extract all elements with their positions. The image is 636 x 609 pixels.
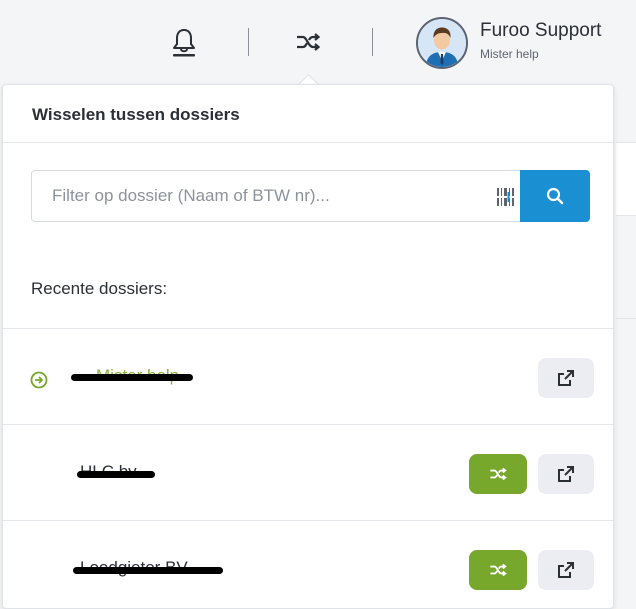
switch-dossier-dropdown: Wisselen tussen dossiers Recente dossier… (2, 84, 614, 609)
divider (3, 520, 613, 521)
panel-title: Wisselen tussen dossiers (32, 105, 240, 124)
external-link-icon (558, 562, 574, 578)
open-in-new-tab-button[interactable] (538, 454, 594, 494)
user-name[interactable]: Furoo Support (480, 20, 601, 42)
shuffle-icon (490, 467, 507, 481)
avatar[interactable] (416, 17, 468, 69)
recent-dossiers-label: Recente dossiers: (31, 279, 168, 298)
switch-dossier-button[interactable] (469, 454, 527, 494)
background-divider (616, 318, 636, 319)
divider (3, 328, 613, 329)
switch-dossier-button[interactable] (288, 22, 328, 62)
shuffle-icon (490, 563, 507, 577)
top-bar: Furoo Support Mister help (0, 0, 636, 86)
search-button[interactable] (520, 170, 590, 222)
barcode-scan-icon[interactable] (496, 186, 518, 208)
bell-icon (173, 29, 195, 57)
divider (3, 142, 613, 143)
user-subtitle: Mister help (480, 47, 539, 61)
user-avatar-icon (418, 19, 466, 67)
redaction-mark (71, 374, 193, 381)
external-link-icon (558, 370, 574, 386)
switch-dossier-button[interactable] (469, 550, 527, 590)
search-icon (546, 187, 564, 205)
shuffle-icon (297, 33, 321, 51)
search-box (31, 170, 590, 222)
dossier-search-input[interactable] (32, 171, 492, 221)
separator (372, 28, 373, 56)
current-dossier-icon (30, 371, 48, 389)
open-in-new-tab-button[interactable] (538, 550, 594, 590)
redaction-mark (73, 567, 223, 574)
external-link-icon (558, 466, 574, 482)
divider (3, 424, 613, 425)
notifications-button[interactable] (164, 22, 204, 62)
redaction-mark (77, 471, 155, 478)
background-card (616, 142, 636, 216)
open-in-new-tab-button[interactable] (538, 358, 594, 398)
separator (248, 28, 249, 56)
